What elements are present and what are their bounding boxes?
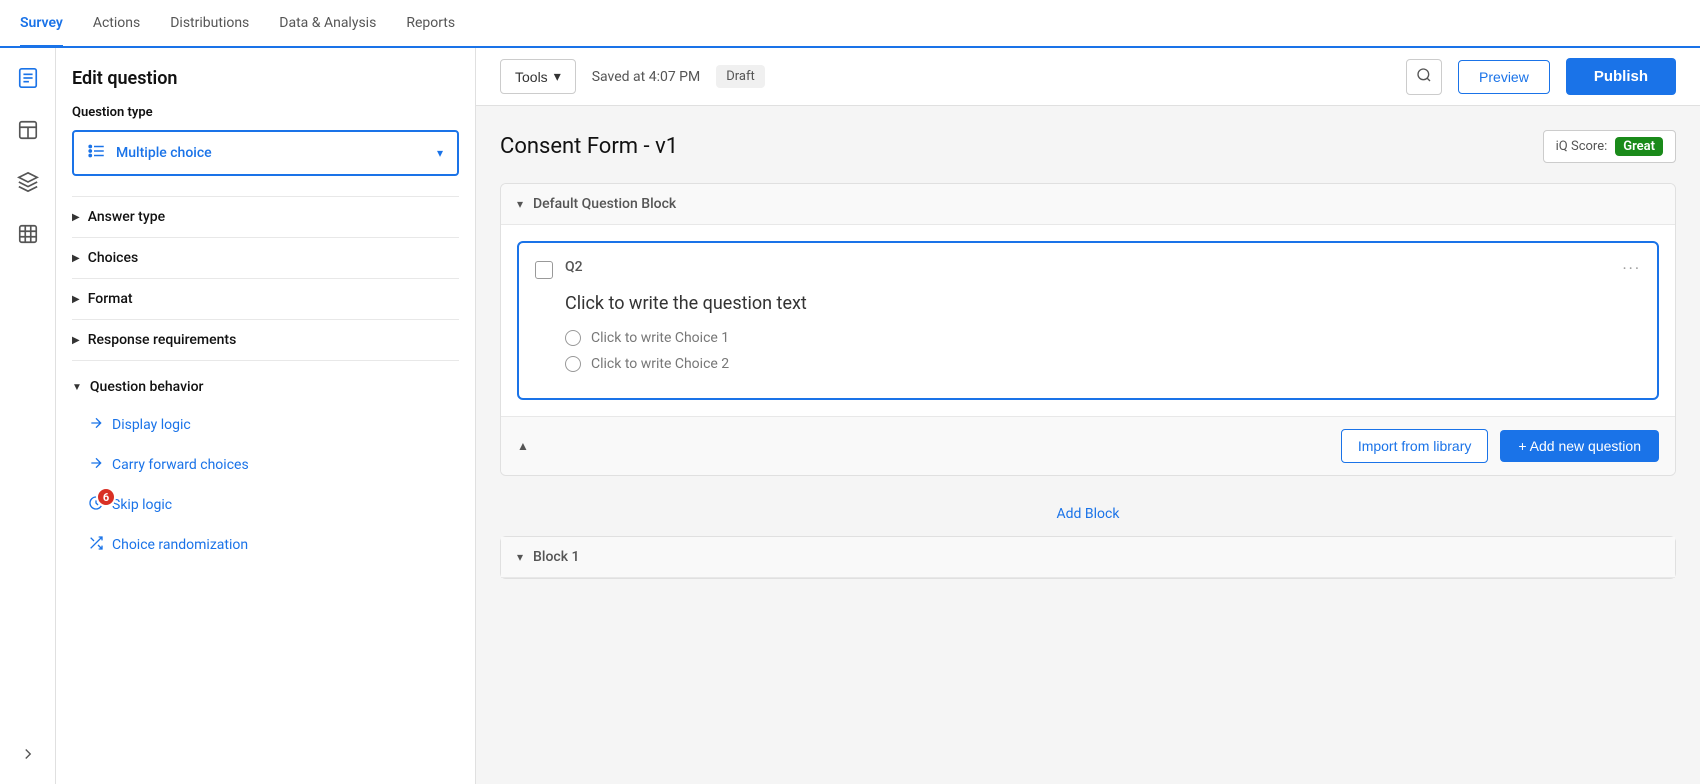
question-checkbox[interactable] [535,261,553,279]
content-area: Tools ▾ Saved at 4:07 PM Draft Preview P… [476,48,1700,784]
carry-forward-icon [88,455,104,475]
iq-score-label: iQ Score: [1556,139,1608,154]
iq-score-container: iQ Score: Great [1543,130,1676,163]
display-logic-label: Display logic [112,417,191,433]
section-choices[interactable]: ▶ Choices [72,237,459,278]
survey-content: Consent Form - v1 iQ Score: Great ▾ Defa… [476,106,1700,784]
choice-randomization-label: Choice randomization [112,537,248,553]
question-text[interactable]: Click to write the question text [565,293,1641,314]
tools-label: Tools [515,69,548,85]
block2: ▾ Block 1 [500,536,1676,579]
question-type-label: Question type [72,105,459,120]
behavior-label-text: Question behavior [90,379,204,395]
main-layout: Edit question Question type Multiple cho… [0,48,1700,784]
nav-reports[interactable]: Reports [406,1,455,47]
icon-expand[interactable] [10,736,46,772]
search-icon [1416,67,1432,86]
skip-logic-icon: 6 [88,495,104,515]
carry-forward-item[interactable]: Carry forward choices [72,445,459,485]
nav-survey[interactable]: Survey [20,1,63,47]
section-answer-type[interactable]: ▶ Answer type [72,196,459,237]
choice-item-1[interactable]: Click to write Choice 1 [565,330,1641,346]
nav-data-analysis[interactable]: Data & Analysis [279,1,376,47]
icon-survey[interactable] [10,60,46,96]
question-type-value: Multiple choice [116,145,427,161]
display-logic-icon [88,415,104,435]
block2-collapse-icon[interactable]: ▾ [517,550,523,564]
import-library-button[interactable]: Import from library [1341,429,1489,463]
icon-style[interactable] [10,164,46,200]
question-card-q2[interactable]: Q2 ··· Click to write the question text … [517,241,1659,400]
survey-title-row: Consent Form - v1 iQ Score: Great [500,130,1676,163]
section-label-format: Format [88,291,133,307]
nav-actions[interactable]: Actions [93,1,140,47]
search-button[interactable] [1406,59,1442,95]
block-footer-arrow-icon[interactable]: ▲ [517,439,529,453]
preview-button[interactable]: Preview [1458,60,1550,94]
draft-badge: Draft [716,65,765,88]
choice-radio-2 [565,356,581,372]
section-response-req[interactable]: ▶ Response requirements [72,319,459,360]
block-title: Default Question Block [533,196,676,212]
behavior-toggle[interactable]: ▼ Question behavior [72,373,459,405]
nav-distributions[interactable]: Distributions [170,1,249,47]
skip-logic-item[interactable]: 6 Skip logic [72,485,459,525]
add-block-row: Add Block [500,492,1676,536]
block2-title: Block 1 [533,549,579,565]
carry-forward-label: Carry forward choices [112,457,249,473]
tools-chevron-icon: ▾ [554,68,561,85]
question-header: Q2 ··· [535,259,1641,279]
left-panel: Edit question Question type Multiple cho… [56,48,476,784]
choice-randomization-item[interactable]: Choice randomization [72,525,459,565]
choice-label-2: Click to write Choice 2 [591,356,729,372]
question-type-dropdown[interactable]: Multiple choice ▾ [72,130,459,176]
block-collapse-icon[interactable]: ▾ [517,197,523,211]
behavior-arrow: ▼ [72,382,82,393]
toolbar: Tools ▾ Saved at 4:07 PM Draft Preview P… [476,48,1700,106]
default-question-block: ▾ Default Question Block Q2 ··· Click to… [500,183,1676,476]
section-arrow-format: ▶ [72,294,80,305]
section-arrow-choices: ▶ [72,253,80,264]
choice-randomization-icon [88,535,104,555]
block-header: ▾ Default Question Block [501,184,1675,225]
skip-logic-label: Skip logic [112,497,172,513]
add-question-button[interactable]: + Add new question [1500,430,1659,462]
list-icon [88,142,106,164]
section-label-response: Response requirements [88,332,237,348]
block-footer: ▲ Import from library + Add new question [501,416,1675,475]
display-logic-item[interactable]: Display logic [72,405,459,445]
skip-logic-badge: 6 [96,487,116,507]
top-nav: Survey Actions Distributions Data & Anal… [0,0,1700,48]
chevron-down-icon: ▾ [437,146,443,160]
question-id: Q2 [565,259,1610,275]
block2-header: ▾ Block 1 [501,537,1675,578]
section-label-answer: Answer type [88,209,165,225]
section-format[interactable]: ▶ Format [72,278,459,319]
behavior-section: ▼ Question behavior Display logic Carry … [72,360,459,565]
section-arrow-answer: ▶ [72,212,80,223]
saved-status: Saved at 4:07 PM [592,69,701,85]
choice-item-2[interactable]: Click to write Choice 2 [565,356,1641,372]
survey-title: Consent Form - v1 [500,134,678,159]
iq-score-badge: Great [1615,137,1663,156]
add-block-link[interactable]: Add Block [1057,506,1120,522]
tools-button[interactable]: Tools ▾ [500,59,576,94]
icon-chart[interactable] [10,216,46,252]
question-options-icon[interactable]: ··· [1622,259,1641,278]
icon-bar [0,48,56,784]
choice-label-1: Click to write Choice 1 [591,330,729,346]
section-label-choices: Choices [88,250,138,266]
publish-button[interactable]: Publish [1566,58,1676,95]
panel-title: Edit question [72,68,459,89]
icon-layout[interactable] [10,112,46,148]
section-arrow-response: ▶ [72,335,80,346]
choice-radio-1 [565,330,581,346]
